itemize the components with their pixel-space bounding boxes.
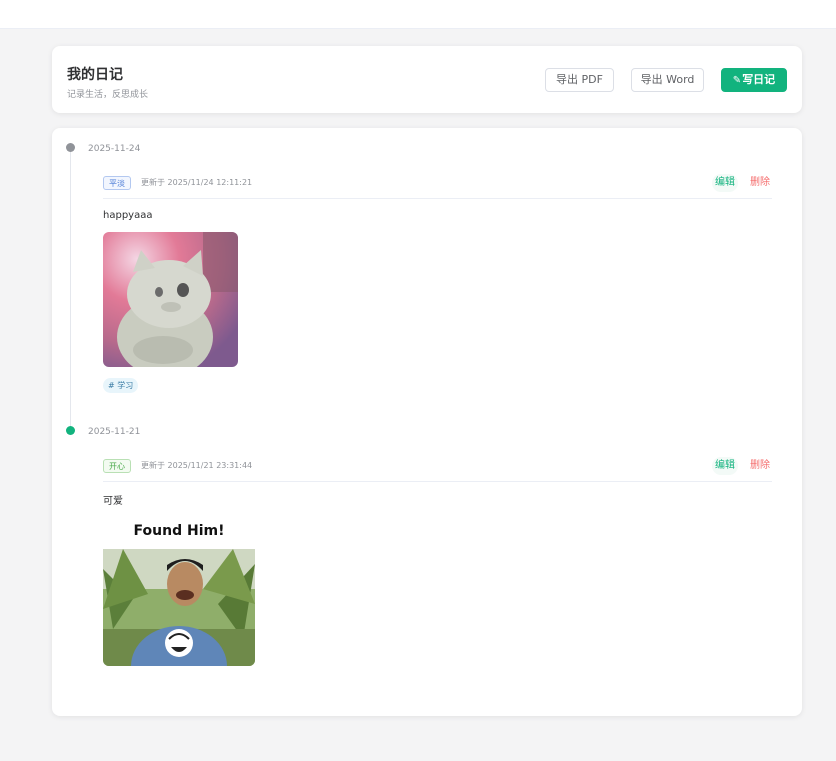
cat-image	[103, 232, 238, 367]
entry-date: 2025-11-21	[88, 427, 141, 437]
edit-button[interactable]: 编辑	[712, 174, 738, 192]
entry-content: happyaaa	[103, 210, 153, 221]
export-word-button[interactable]: 导出 Word	[631, 68, 704, 92]
pen-icon: ✎	[732, 75, 742, 86]
entry-image-cat[interactable]	[103, 232, 238, 367]
tag-chip[interactable]: # 学习	[103, 378, 139, 393]
delete-button[interactable]: 删除	[750, 174, 770, 192]
page-title: 我的日记	[67, 67, 123, 83]
updated-time: 更新于 2025/11/24 12:11:21	[141, 178, 253, 187]
mood-badge: 平淡	[103, 176, 131, 190]
delete-button[interactable]: 删除	[750, 457, 770, 475]
timeline-dot	[66, 426, 75, 435]
timeline-line	[70, 150, 71, 430]
write-diary-button[interactable]: ✎写日记	[721, 68, 787, 92]
entry-header: 平淡 更新于 2025/11/24 12:11:21 编辑 删除	[103, 174, 772, 199]
top-bar	[0, 0, 836, 29]
entry-date: 2025-11-24	[88, 144, 141, 154]
entry-header: 开心 更新于 2025/11/21 23:31:44 编辑 删除	[103, 457, 772, 482]
entry-content: 可爱	[103, 496, 123, 507]
updated-time: 更新于 2025/11/21 23:31:44	[141, 461, 253, 470]
header-card: 我的日记 记录生活，反思成长 导出 PDF 导出 Word ✎写日记	[52, 46, 802, 113]
mood-badge: 开心	[103, 459, 131, 473]
export-pdf-button[interactable]: 导出 PDF	[545, 68, 614, 92]
write-diary-label: 写日记	[742, 73, 776, 86]
edit-button[interactable]: 编辑	[712, 457, 738, 475]
entry-image-meme[interactable]: Found Him!	[103, 515, 255, 666]
meme-caption: Found Him!	[133, 523, 225, 539]
meme-photo	[103, 549, 255, 666]
page-subtitle: 记录生活，反思成长	[67, 90, 149, 100]
timeline-dot	[66, 143, 75, 152]
